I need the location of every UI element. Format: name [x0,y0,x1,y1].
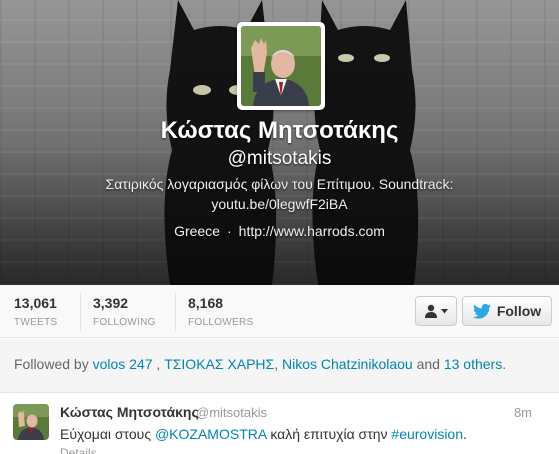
stat-followers-count: 8,168 [188,295,224,311]
profile-avatar[interactable] [237,22,325,110]
user-icon [425,304,437,318]
followed-by-separator: , [274,356,279,372]
location-row: Greece · http://www.harrods.com [0,223,559,239]
tweet-mention-link[interactable]: @KOZAMOSTRA [155,426,266,442]
tweet-text: Εύχομαι στους @KOZAMOSTRA καλή επιτυχία … [60,426,467,442]
stat-tweets-label: TWEETS [14,317,58,328]
tweet-item[interactable]: Κώστας Μητσοτάκης @mitsotakis 8m Εύχομαι… [0,394,559,454]
tweet-author-avatar[interactable] [13,404,49,440]
stat-tweets-count: 13,061 [14,295,57,311]
bio-text: Σατιρικός λογαριασμός φίλων του Επίτιμου… [105,176,454,192]
twitter-bird-icon [472,303,491,319]
tweet-text-part: . [463,426,467,442]
location-separator: · [226,223,232,239]
bio-link[interactable]: youtu.be/0legwfF2iBA [0,194,559,214]
stat-following-label: FOLLOWING [93,317,156,328]
tweet-text-part: Εύχομαι στους [60,426,152,442]
follow-button-label: Follow [496,303,542,319]
followed-by-user-link[interactable]: ΤΣΙΟΚΑΣ ΧΑΡΗΣ [164,356,274,372]
profile-location: Greece [174,223,220,239]
tweet-author-handle[interactable]: @mitsotakis [196,405,267,420]
tweet-hashtag-link[interactable]: #eurovision [391,426,463,442]
stat-divider [80,293,81,331]
followed-by-prefix: Followed by [14,356,89,372]
tweet-author-name[interactable]: Κώστας Μητσοτάκης [60,404,199,420]
stat-divider [175,293,176,331]
followed-by-box: Followed by volos 247 , ΤΣΙΟΚΑΣ ΧΑΡΗΣ, N… [0,339,559,393]
stat-following[interactable]: 3,392 FOLLOWING [93,295,156,328]
profile-name: Κώστας Μητσοτάκης [160,117,399,144]
stat-following-count: 3,392 [93,295,129,311]
follow-button[interactable]: Follow [462,296,552,326]
profile-avatar-image [241,26,321,106]
stat-tweets[interactable]: 13,061 TWEETS [14,295,57,328]
tweet-timestamp[interactable]: 8m [514,405,532,420]
profile-website-link[interactable]: http://www.harrods.com [239,223,385,239]
followed-by-user-link[interactable]: Nikos Chatzinikolaou [282,356,413,372]
followed-by-suffix: . [502,356,507,372]
profile-bio: Σατιρικός λογαριασμός φίλων του Επίτιμου… [0,174,559,214]
stat-followers-label: FOLLOWERS [188,317,254,328]
profile-handle: @mitsotakis [227,148,332,169]
followed-by-separator: , [152,356,161,372]
profile-header: Κώστας Μητσοτάκης @mitsotakis Σατιρικός … [0,0,559,285]
followed-by-and: and [416,356,440,372]
tweet-details-link[interactable]: Details [60,446,97,454]
user-actions-dropdown-button[interactable] [415,296,457,326]
stat-followers[interactable]: 8,168 FOLLOWERS [188,295,254,328]
followed-by-others-link[interactable]: 13 others [444,356,502,372]
tweet-text-part: καλή επιτυχία στην [270,426,388,442]
caret-down-icon [441,308,448,313]
followed-by-user-link[interactable]: volos 247 [93,356,153,372]
